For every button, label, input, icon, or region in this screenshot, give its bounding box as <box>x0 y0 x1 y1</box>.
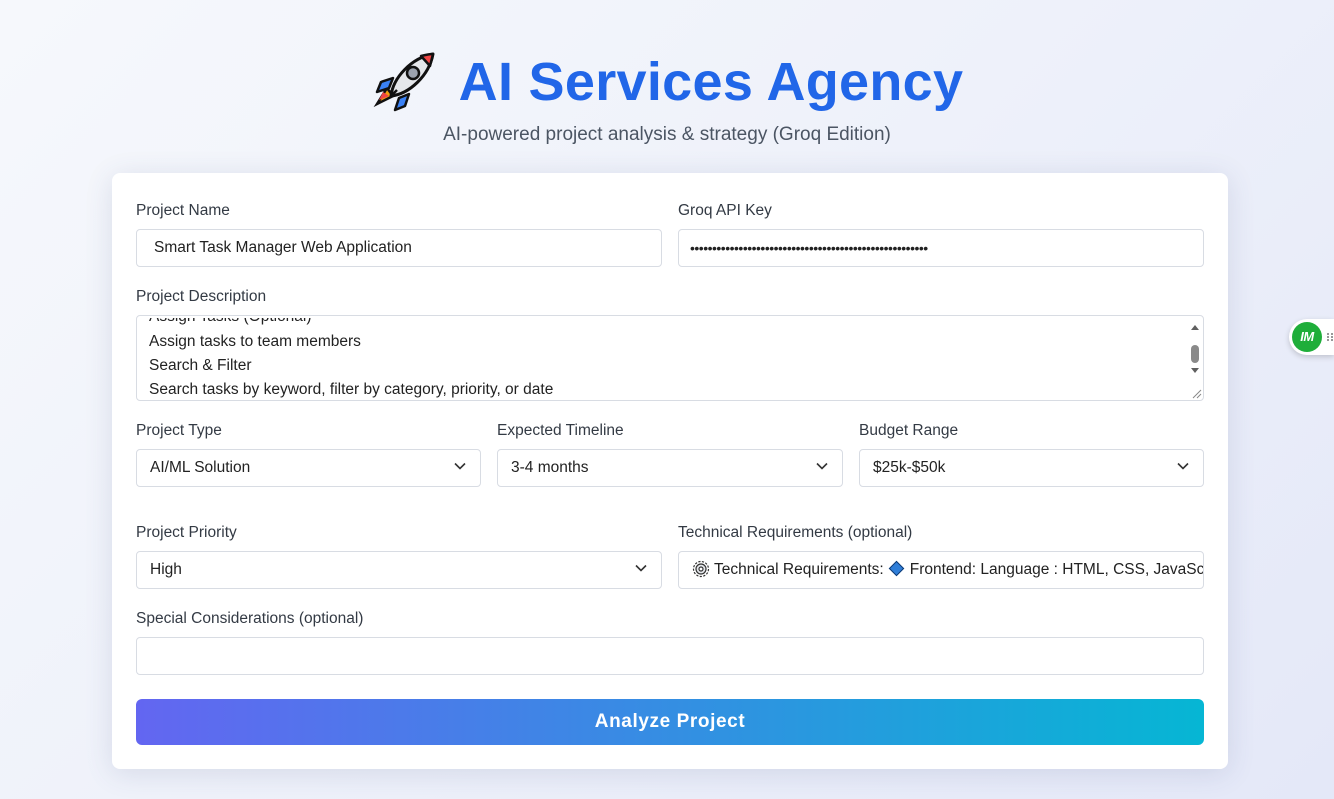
budget-value: $25k-$50k <box>873 459 946 476</box>
scrollbar-thumb[interactable] <box>1191 345 1199 363</box>
budget-select[interactable]: $25k-$50k <box>859 449 1204 487</box>
rocket-icon <box>373 52 435 112</box>
analyze-project-button[interactable]: Analyze Project <box>136 699 1204 745</box>
chevron-down-icon <box>816 462 828 470</box>
project-type-group: Project Type AI/ML Solution <box>136 421 481 487</box>
gear-icon <box>692 560 710 578</box>
project-type-select[interactable]: AI/ML Solution <box>136 449 481 487</box>
budget-label: Budget Range <box>859 422 959 439</box>
resize-handle-icon[interactable] <box>1190 387 1202 399</box>
special-considerations-label: Special Considerations (optional) <box>136 610 364 627</box>
project-type-value: AI/ML Solution <box>150 459 251 476</box>
timeline-group: Expected Timeline 3-4 months <box>497 421 843 487</box>
tech-requirements-value: Frontend: Language : HTML, CSS, JavaScri… <box>909 561 1204 578</box>
project-form-card: Project Name Smart Task Manager Web Appl… <box>112 173 1228 769</box>
description-textarea[interactable]: Assign Tasks (Optional) Assign tasks to … <box>136 315 1204 401</box>
description-partial-line: Assign Tasks (Optional) <box>149 318 1191 330</box>
description-line: Assign tasks to team members <box>149 333 361 350</box>
chevron-down-icon <box>1177 462 1189 470</box>
timeline-select[interactable]: 3-4 months <box>497 449 843 487</box>
priority-value: High <box>150 561 182 578</box>
app-header: AI Services Agency AI-powered project an… <box>0 44 1334 146</box>
timeline-label: Expected Timeline <box>497 422 624 439</box>
api-key-input[interactable]: ••••••••••••••••••••••••••••••••••••••••… <box>678 229 1204 267</box>
priority-label: Project Priority <box>136 524 237 541</box>
page-subtitle: AI-powered project analysis & strategy (… <box>443 124 891 145</box>
description-label: Project Description <box>136 288 267 305</box>
description-line: Search & Filter <box>149 357 252 374</box>
tech-requirements-input[interactable]: Technical Requirements: Frontend: Languag… <box>678 551 1204 589</box>
budget-group: Budget Range $25k-$50k <box>859 421 1204 487</box>
chevron-down-icon <box>454 462 466 470</box>
page-title: AI Services Agency <box>458 52 964 112</box>
api-key-group: Groq API Key •••••••••••••••••••••••••••… <box>678 201 1204 267</box>
scroll-up-arrow-icon[interactable] <box>1190 323 1200 331</box>
project-name-group: Project Name Smart Task Manager Web Appl… <box>136 201 662 267</box>
priority-group: Project Priority High <box>136 523 662 589</box>
special-considerations-input[interactable] <box>136 637 1204 675</box>
drag-handle-icon[interactable] <box>1326 332 1334 342</box>
timeline-value: 3-4 months <box>511 459 589 476</box>
priority-select[interactable]: High <box>136 551 662 589</box>
chevron-down-icon <box>635 564 647 572</box>
tech-requirements-label: Technical Requirements (optional) <box>678 524 913 541</box>
extension-logo-icon: IM <box>1292 322 1322 352</box>
blue-diamond-icon <box>888 560 905 577</box>
extension-badge[interactable]: IM <box>1289 319 1334 355</box>
scroll-down-arrow-icon[interactable] <box>1190 367 1200 375</box>
special-considerations-group: Special Considerations (optional) <box>136 609 1204 675</box>
tech-requirements-group: Technical Requirements (optional) Techni… <box>678 523 1204 589</box>
description-line: Search tasks by keyword, filter by categ… <box>149 381 554 398</box>
description-group: Project Description Assign Tasks (Option… <box>136 287 1204 401</box>
project-name-label: Project Name <box>136 202 230 219</box>
tech-requirements-prefix: Technical Requirements: <box>714 561 884 578</box>
project-type-label: Project Type <box>136 422 222 439</box>
api-key-label: Groq API Key <box>678 202 772 219</box>
project-name-input[interactable]: Smart Task Manager Web Application <box>136 229 662 267</box>
